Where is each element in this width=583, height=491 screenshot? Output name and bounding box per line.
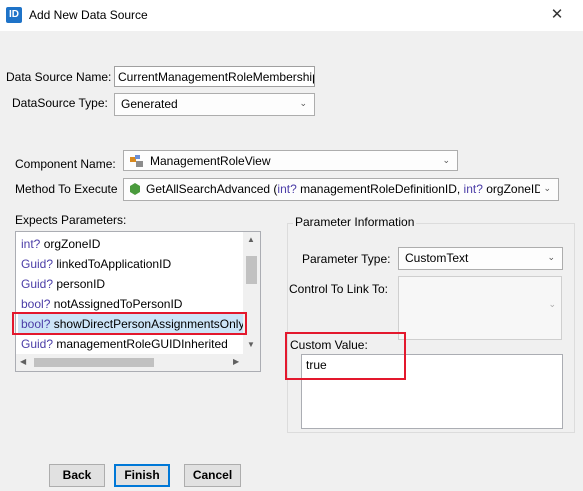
method-name: GetAllSearchAdvanced <box>146 182 271 196</box>
scroll-thumb[interactable] <box>246 256 257 284</box>
param-name: linkedToApplicationID <box>56 257 172 271</box>
param-type: Guid? <box>21 277 54 291</box>
param-type: bool? <box>21 297 51 311</box>
method-param2-type: int? <box>463 182 483 196</box>
parameter-information-title: Parameter Information <box>293 215 417 229</box>
method-param1-name: managementRoleDefinitionID, <box>296 182 464 196</box>
param-name: managementRoleGUIDInherited <box>56 337 228 351</box>
close-icon[interactable]: ✕ <box>540 4 574 26</box>
control-link-select[interactable]: ⌄ <box>398 276 562 340</box>
method-param1-type: int? <box>277 182 297 196</box>
scroll-right-icon[interactable]: ▶ <box>233 357 239 366</box>
list-item[interactable]: bool? notAssignedToPersonID <box>18 294 182 314</box>
custom-value-label: Custom Value: <box>290 338 368 352</box>
horizontal-scrollbar[interactable]: ◀ ▶ <box>16 354 245 371</box>
title-bar: ID Add New Data Source ✕ <box>0 0 583 31</box>
scroll-down-icon[interactable]: ▼ <box>247 340 255 349</box>
window-title: Add New Data Source <box>29 8 148 22</box>
parameter-type-label: Parameter Type: <box>302 252 391 266</box>
datasource-type-label: DataSource Type: <box>12 96 108 110</box>
expects-parameters-label: Expects Parameters: <box>15 213 127 227</box>
param-type: Guid? <box>21 337 54 351</box>
datasource-type-value: Generated <box>121 97 178 111</box>
param-type: int? <box>21 237 41 251</box>
chevron-down-icon: ⌄ <box>540 183 551 194</box>
method-label: Method To Execute <box>15 182 118 196</box>
back-button[interactable]: Back <box>49 464 105 487</box>
parameter-type-select[interactable]: CustomText ⌄ <box>398 247 563 270</box>
param-name: personID <box>56 277 106 291</box>
cancel-button[interactable]: Cancel <box>184 464 241 487</box>
vertical-scrollbar[interactable]: ▲ ▼ <box>243 232 260 354</box>
datasource-name-input[interactable]: CurrentManagementRoleMembership <box>114 66 315 87</box>
scroll-thumb[interactable] <box>34 358 154 367</box>
scroll-corner <box>243 354 260 371</box>
chevron-down-icon: ⌄ <box>442 155 450 165</box>
param-name: notAssignedToPersonID <box>53 297 183 311</box>
parameter-type-value: CustomText <box>405 251 469 265</box>
component-value: ManagementRoleView <box>150 154 271 168</box>
list-item[interactable]: int? orgZoneID <box>18 234 100 254</box>
finish-button[interactable]: Finish <box>114 464 170 487</box>
component-icon <box>130 155 144 167</box>
method-param2-name: orgZoneID <box>482 182 543 196</box>
param-type: bool? <box>21 317 51 331</box>
component-select[interactable]: ManagementRoleView ⌄ <box>123 150 458 171</box>
custom-value-input[interactable]: true <box>301 354 563 429</box>
chevron-down-icon: ⌄ <box>547 252 555 262</box>
list-item[interactable]: Guid? personID <box>18 274 105 294</box>
scroll-up-icon[interactable]: ▲ <box>247 235 255 244</box>
scroll-left-icon[interactable]: ◀ <box>20 357 26 366</box>
control-link-label: Control To Link To: <box>289 282 388 296</box>
list-item[interactable]: Guid? linkedToApplicationID <box>18 254 171 274</box>
list-item-selected[interactable]: bool? showDirectPersonAssignmentsOnly <box>18 314 246 334</box>
component-name-label: Component Name: <box>15 157 116 171</box>
parameters-list[interactable]: int? orgZoneID Guid? linkedToApplication… <box>15 231 261 372</box>
datasource-name-label: Data Source Name: <box>6 70 112 84</box>
chevron-down-icon: ⌄ <box>548 299 556 309</box>
chevron-down-icon: ⌄ <box>299 98 307 108</box>
param-name: showDirectPersonAssignmentsOnly <box>53 317 245 331</box>
method-icon <box>130 183 140 195</box>
list-item[interactable]: Guid? managementRoleGUIDInherited <box>18 334 228 354</box>
app-icon: ID <box>6 7 22 23</box>
datasource-type-select[interactable]: Generated ⌄ <box>114 93 315 116</box>
method-select[interactable]: GetAllSearchAdvanced (int? managementRol… <box>123 178 559 201</box>
param-name: orgZoneID <box>43 237 101 251</box>
param-type: Guid? <box>21 257 54 271</box>
